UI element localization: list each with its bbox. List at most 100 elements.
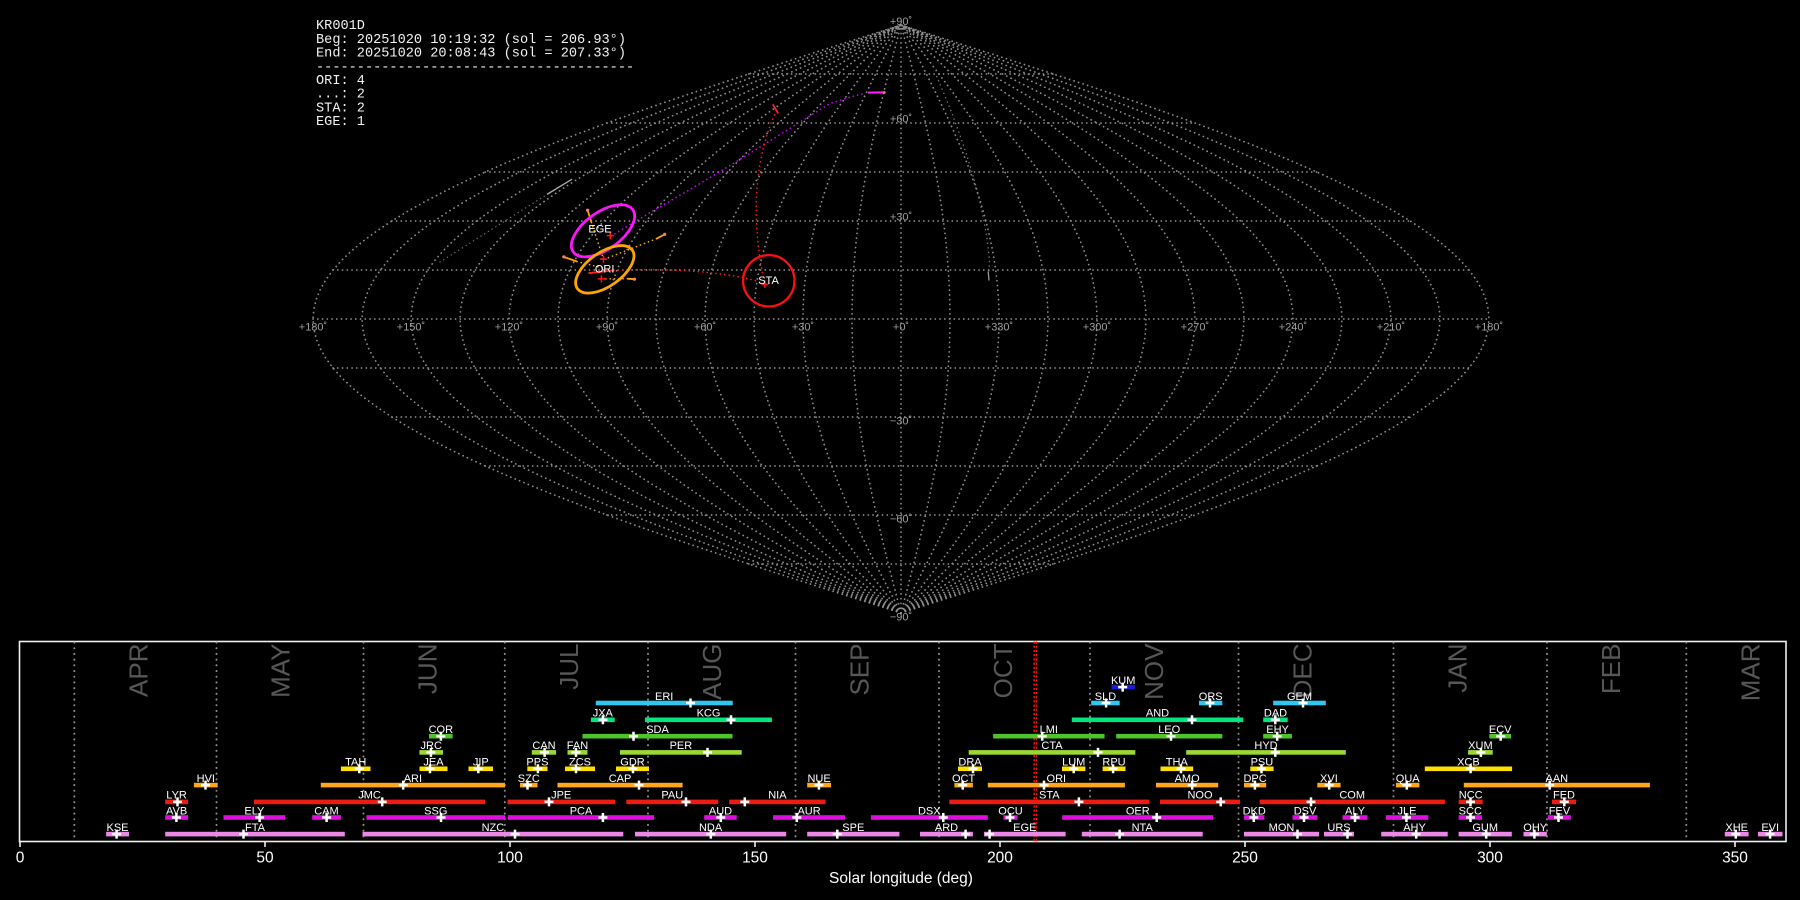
svg-text:Solar longitude (deg): Solar longitude (deg) — [829, 870, 973, 887]
svg-text:ERI: ERI — [655, 691, 673, 703]
svg-text:HVI: HVI — [197, 773, 215, 785]
svg-text:OCU: OCU — [998, 805, 1023, 817]
svg-text:AUR: AUR — [797, 805, 820, 817]
svg-text:+270˚: +270˚ — [1181, 322, 1209, 334]
svg-text:MAR: MAR — [1735, 644, 1765, 702]
svg-text:JXA: JXA — [593, 708, 614, 720]
svg-text:QUA: QUA — [1396, 773, 1421, 785]
svg-text:FTA: FTA — [245, 822, 266, 834]
svg-text:SDA: SDA — [646, 724, 669, 736]
svg-text:XHE: XHE — [1725, 822, 1748, 834]
svg-text:+60˚: +60˚ — [890, 114, 912, 126]
svg-text:SPE: SPE — [842, 822, 864, 834]
svg-text:0: 0 — [16, 850, 25, 867]
svg-text:PCA: PCA — [570, 805, 593, 817]
svg-text:FEB: FEB — [1596, 644, 1626, 695]
svg-text:PPS: PPS — [526, 757, 548, 769]
svg-text:KSE: KSE — [106, 822, 128, 834]
svg-text:COM: COM — [1339, 790, 1365, 802]
svg-text:CTA: CTA — [1041, 740, 1063, 752]
svg-text:+330˚: +330˚ — [985, 322, 1013, 334]
svg-text:NDA: NDA — [699, 822, 723, 834]
svg-text:NCC: NCC — [1459, 790, 1483, 802]
svg-text:LMI: LMI — [1040, 724, 1058, 736]
svg-text:DRA: DRA — [958, 757, 982, 769]
svg-text:−30˚: −30˚ — [890, 416, 912, 428]
svg-text:JEA: JEA — [423, 757, 444, 769]
svg-text:COR: COR — [429, 724, 454, 736]
svg-text:ORS: ORS — [1199, 691, 1223, 703]
svg-text:100: 100 — [497, 850, 523, 867]
svg-text:JLE: JLE — [1398, 805, 1417, 817]
svg-text:150: 150 — [742, 850, 768, 867]
svg-text:DAD: DAD — [1264, 708, 1287, 720]
svg-text:JUN: JUN — [413, 644, 443, 695]
svg-text:+90˚: +90˚ — [596, 322, 618, 334]
svg-text:TAH: TAH — [345, 757, 366, 769]
svg-text:EGE: 1: EGE: 1 — [316, 115, 365, 130]
svg-text:−90˚: −90˚ — [890, 612, 912, 624]
svg-text:+180˚: +180˚ — [299, 322, 327, 334]
svg-text:AUD: AUD — [709, 805, 732, 817]
svg-text:ECV: ECV — [1489, 724, 1512, 736]
svg-text:200: 200 — [987, 850, 1013, 867]
svg-text:MON: MON — [1269, 822, 1295, 834]
svg-text:RPU: RPU — [1102, 757, 1125, 769]
svg-text:FAN: FAN — [567, 740, 588, 752]
svg-text:JRC: JRC — [421, 740, 442, 752]
svg-text:AUG: AUG — [697, 644, 727, 700]
svg-text:NOV: NOV — [1139, 643, 1169, 700]
svg-text:NUE: NUE — [807, 773, 830, 785]
svg-text:FED: FED — [1553, 790, 1575, 802]
svg-text:STA: STA — [758, 275, 779, 287]
svg-text:STA: STA — [1039, 790, 1060, 802]
svg-text:AHY: AHY — [1403, 822, 1426, 834]
svg-text:DPC: DPC — [1243, 773, 1266, 785]
svg-text:HYD: HYD — [1254, 740, 1277, 752]
svg-text:ARD: ARD — [935, 822, 958, 834]
svg-text:GEM: GEM — [1287, 691, 1312, 703]
svg-text:SSG: SSG — [424, 805, 447, 817]
svg-text:+30˚: +30˚ — [890, 212, 912, 224]
svg-text:PSU: PSU — [1251, 757, 1274, 769]
svg-text:EVI: EVI — [1761, 822, 1779, 834]
svg-text:LYR: LYR — [166, 790, 187, 802]
svg-text:OHY: OHY — [1523, 822, 1548, 834]
svg-text:CAM: CAM — [314, 805, 338, 817]
svg-text:DKD: DKD — [1243, 805, 1266, 817]
svg-text:EGE: EGE — [588, 224, 611, 236]
svg-text:CAN: CAN — [532, 740, 555, 752]
svg-text:KCG: KCG — [697, 708, 721, 720]
svg-text:+210˚: +210˚ — [1377, 322, 1405, 334]
svg-text:+150˚: +150˚ — [397, 322, 425, 334]
svg-text:50: 50 — [256, 850, 274, 867]
svg-text:ELY: ELY — [244, 805, 265, 817]
svg-text:+0˚: +0˚ — [893, 322, 909, 334]
svg-text:SZC: SZC — [518, 773, 540, 785]
svg-text:350: 350 — [1722, 850, 1748, 867]
svg-text:PAU: PAU — [661, 790, 683, 802]
svg-text:OCT: OCT — [988, 643, 1018, 698]
svg-text:LEO: LEO — [1158, 724, 1180, 736]
svg-text:DSV: DSV — [1294, 805, 1317, 817]
svg-text:JPE: JPE — [551, 790, 571, 802]
svg-text:ORI: ORI — [1047, 773, 1067, 785]
svg-text:NIA: NIA — [768, 790, 787, 802]
svg-text:AMO: AMO — [1175, 773, 1201, 785]
svg-text:+300˚: +300˚ — [1083, 322, 1111, 334]
svg-text:MAY: MAY — [266, 644, 296, 698]
svg-text:JUL: JUL — [554, 644, 584, 690]
svg-text:ORI: ORI — [595, 263, 615, 275]
svg-text:+120˚: +120˚ — [495, 322, 523, 334]
svg-text:GDR: GDR — [620, 757, 645, 769]
svg-text:250: 250 — [1232, 850, 1258, 867]
svg-text:EGE: EGE — [1013, 822, 1036, 834]
svg-text:−60˚: −60˚ — [890, 514, 912, 526]
svg-text:300: 300 — [1477, 850, 1503, 867]
svg-text:OER: OER — [1126, 805, 1150, 817]
svg-text:+30˚: +30˚ — [792, 322, 814, 334]
svg-text:XVI: XVI — [1320, 773, 1338, 785]
svg-text:EHY: EHY — [1266, 724, 1289, 736]
svg-text:AVB: AVB — [166, 805, 187, 817]
svg-text:SLD: SLD — [1095, 691, 1116, 703]
